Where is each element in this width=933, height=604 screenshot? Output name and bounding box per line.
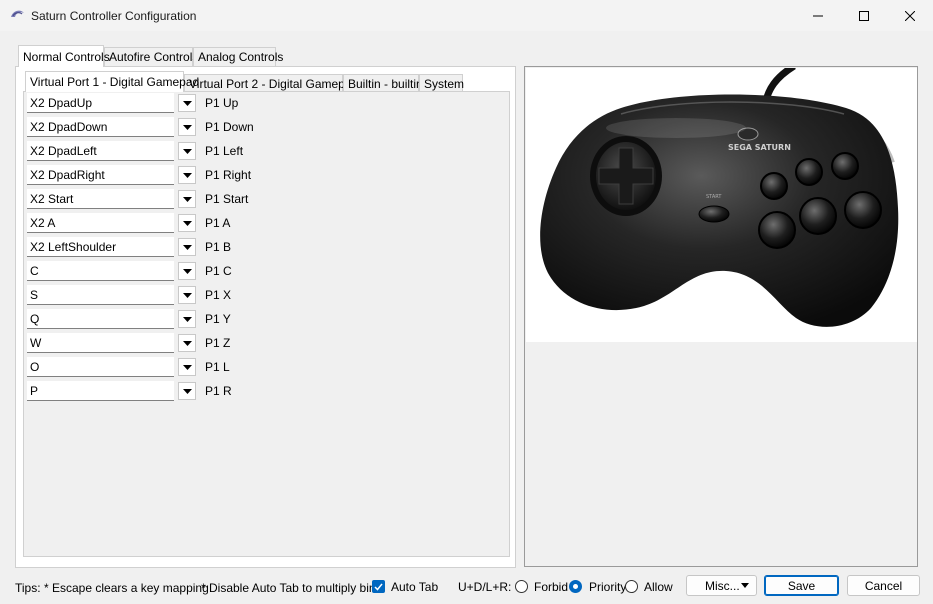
tab-normal-controls[interactable]: Normal Controls <box>18 45 110 67</box>
maximize-icon <box>859 10 869 21</box>
auto-tab-label[interactable]: Auto Tab <box>391 580 438 594</box>
radio-forbid-label[interactable]: Forbid <box>534 580 568 594</box>
chevron-down-icon <box>182 340 192 346</box>
mapping-button-label: P1 Down <box>205 120 254 134</box>
checkmark-icon <box>374 583 383 591</box>
close-button[interactable] <box>887 0 933 31</box>
key-mapping-input[interactable] <box>27 213 174 233</box>
mapping-button-label: P1 Z <box>205 336 231 350</box>
mapping-button-label: P1 R <box>205 384 232 398</box>
minimize-icon <box>813 15 823 16</box>
mapping-dropdown-button[interactable] <box>178 94 196 112</box>
mapping-dropdown-button[interactable] <box>178 358 196 376</box>
mapping-button-label: P1 X <box>205 288 232 302</box>
chevron-down-icon <box>182 388 192 394</box>
minimize-button[interactable] <box>795 0 841 31</box>
saturn-controller-image: SEGA SATURN START <box>540 63 899 327</box>
cancel-button-label: Cancel <box>864 578 903 593</box>
tips-label: Tips: <box>15 581 41 595</box>
chevron-down-icon <box>182 220 192 226</box>
radio-priority-label[interactable]: Priority <box>589 580 626 594</box>
radio-forbid[interactable] <box>515 580 528 593</box>
key-mapping-input[interactable] <box>27 165 174 185</box>
key-mapping-input[interactable] <box>27 189 174 209</box>
mapping-dropdown-button[interactable] <box>178 214 196 232</box>
key-mapping-input[interactable] <box>27 309 174 329</box>
mapping-button-label: P1 C <box>205 264 232 278</box>
tab-analog-controls[interactable]: Analog Controls <box>193 47 283 66</box>
cancel-button[interactable]: Cancel <box>847 575 920 596</box>
mapping-dropdown-button[interactable] <box>178 190 196 208</box>
key-mapping-input[interactable] <box>27 285 174 305</box>
key-mapping-input[interactable] <box>27 333 174 353</box>
controller-start-text: START <box>706 194 722 200</box>
chevron-down-icon <box>182 316 192 322</box>
mapping-button-label: P1 A <box>205 216 231 230</box>
key-mapping-input[interactable] <box>27 237 174 257</box>
auto-tab-checkbox[interactable] <box>372 580 385 593</box>
controller-image-frame: SEGA SATURN START <box>524 63 918 567</box>
tip-escape-text: * Escape clears a key mapping <box>44 581 209 595</box>
chevron-down-icon <box>182 244 192 250</box>
controller-logo-text: SEGA SATURN <box>728 143 791 152</box>
key-mapping-input[interactable] <box>27 93 174 113</box>
chevron-down-icon <box>182 124 192 130</box>
maximize-button[interactable] <box>841 0 887 31</box>
key-mapping-input[interactable] <box>27 117 174 137</box>
mapping-button-label: P1 Left <box>205 144 244 158</box>
mapping-dropdown-button[interactable] <box>178 382 196 400</box>
chevron-down-icon <box>182 364 192 370</box>
title-bar: Saturn Controller Configuration <box>0 0 933 31</box>
tab-builtin[interactable]: Builtin - builtin <box>343 74 423 92</box>
tab-system[interactable]: System <box>419 74 464 92</box>
mapping-dropdown-button[interactable] <box>178 142 196 160</box>
save-button[interactable]: Save <box>764 575 839 596</box>
mapping-dropdown-button[interactable] <box>178 286 196 304</box>
mapping-dropdown-button[interactable] <box>178 310 196 328</box>
chevron-down-icon <box>182 292 192 298</box>
tab-virtual-port-2[interactable]: Virtual Port 2 - Digital Gamepad <box>184 74 358 92</box>
mapping-button-label: P1 B <box>205 240 232 254</box>
chevron-down-icon <box>182 172 192 178</box>
udlr-label: U+D/L+R: <box>458 580 512 594</box>
app-icon <box>11 10 24 17</box>
mapping-dropdown-button[interactable] <box>178 334 196 352</box>
tip-auto-tab-text: * Disable Auto Tab to multiply bind <box>201 581 383 595</box>
chevron-down-icon <box>182 196 192 202</box>
mapping-dropdown-button[interactable] <box>178 262 196 280</box>
mapping-button-label: P1 Y <box>205 312 231 326</box>
window-title: Saturn Controller Configuration <box>31 9 197 23</box>
tab-virtual-port-1[interactable]: Virtual Port 1 - Digital Gamepad <box>25 71 199 92</box>
radio-allow-label[interactable]: Allow <box>644 580 673 594</box>
key-mapping-input[interactable] <box>27 357 174 377</box>
chevron-down-icon <box>741 583 749 588</box>
radio-allow[interactable] <box>625 580 638 593</box>
mapping-dropdown-button[interactable] <box>178 238 196 256</box>
chevron-down-icon <box>182 100 192 106</box>
key-mapping-input[interactable] <box>27 261 174 281</box>
key-mapping-input[interactable] <box>27 381 174 401</box>
mapping-dropdown-button[interactable] <box>178 118 196 136</box>
save-button-label: Save <box>787 578 816 593</box>
mapping-button-label: P1 Up <box>205 96 239 110</box>
mapping-button-label: P1 L <box>205 360 230 374</box>
controller-image-background: SEGA SATURN START <box>526 63 917 342</box>
radio-priority[interactable] <box>569 580 582 593</box>
mapping-dropdown-button[interactable] <box>178 166 196 184</box>
mapping-button-label: P1 Start <box>205 192 249 206</box>
chevron-down-icon <box>182 268 192 274</box>
misc-button[interactable]: Misc... <box>686 575 757 596</box>
key-mapping-input[interactable] <box>27 141 174 161</box>
mapping-button-label: P1 Right <box>205 168 252 182</box>
close-icon <box>905 10 915 21</box>
tab-autofire-controls[interactable]: Autofire Controls <box>104 47 198 66</box>
chevron-down-icon <box>182 148 192 154</box>
misc-button-label: Misc... <box>705 578 740 593</box>
